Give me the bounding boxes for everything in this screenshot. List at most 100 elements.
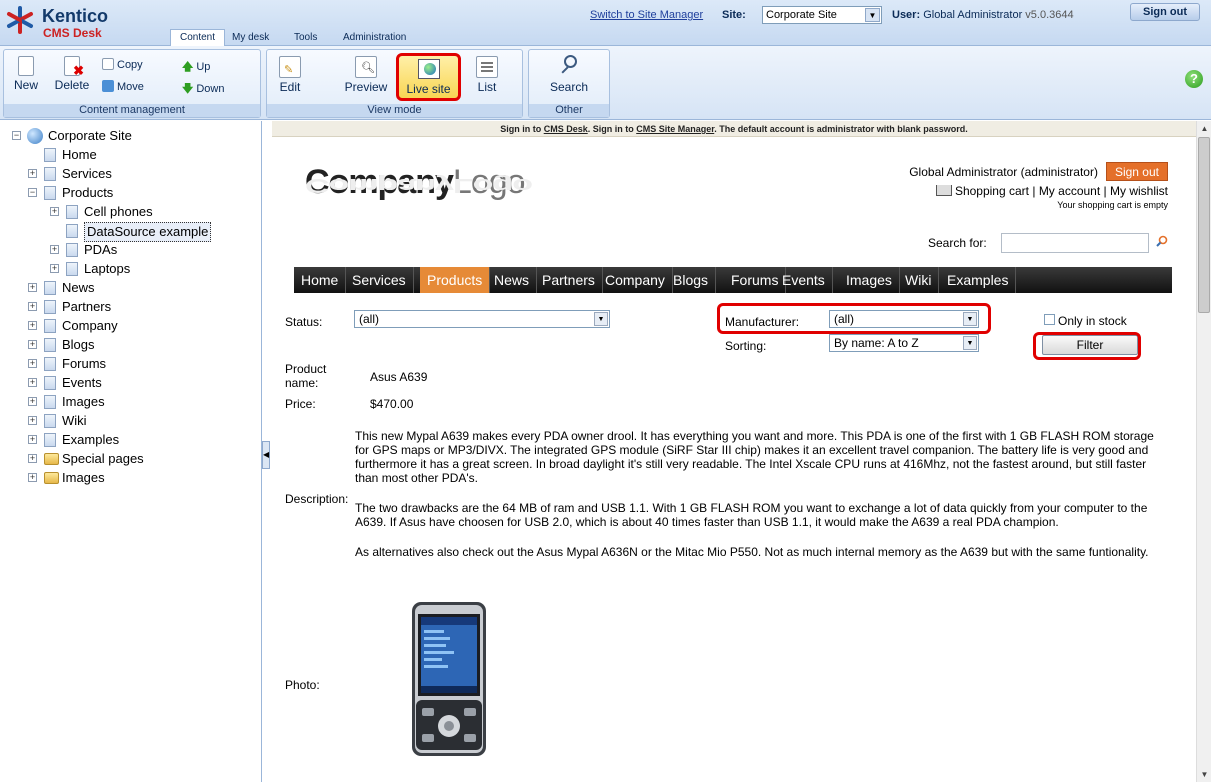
expand-icon[interactable]: + bbox=[28, 473, 37, 482]
scrollbar-thumb[interactable] bbox=[1198, 137, 1210, 313]
search-button[interactable]: Search bbox=[541, 54, 597, 94]
expand-icon[interactable]: + bbox=[28, 378, 37, 387]
menu-item-products[interactable]: Products bbox=[420, 267, 491, 293]
menu-item-home[interactable]: Home bbox=[294, 267, 347, 293]
copy-button-label: Copy bbox=[117, 59, 143, 71]
expand-icon[interactable]: + bbox=[28, 321, 37, 330]
other-group: Search Other bbox=[528, 49, 610, 118]
delete-button[interactable]: ✖ Delete bbox=[48, 56, 96, 92]
tab-my-desk[interactable]: My desk bbox=[232, 30, 269, 46]
expand-icon[interactable]: + bbox=[28, 340, 37, 349]
site-select[interactable]: Corporate Site ▼ bbox=[762, 6, 882, 24]
menu-item-images[interactable]: Images bbox=[839, 267, 900, 293]
expand-icon[interactable]: + bbox=[50, 264, 59, 273]
collapse-icon[interactable]: − bbox=[28, 188, 37, 197]
edit-button[interactable]: ✎ Edit bbox=[273, 56, 307, 94]
tree-node-label: Wiki bbox=[62, 413, 87, 428]
search-label: Search for: bbox=[928, 236, 987, 250]
live-site-button[interactable]: Live site bbox=[396, 53, 461, 101]
tab-tools[interactable]: Tools bbox=[294, 30, 317, 46]
status-select[interactable]: (all) ▼ bbox=[354, 310, 610, 328]
shopping-cart-link[interactable]: Shopping cart bbox=[955, 184, 1029, 198]
page-icon bbox=[44, 414, 56, 428]
product-name-value: Asus A639 bbox=[370, 370, 428, 384]
up-button[interactable]: 🡅 Up bbox=[182, 58, 210, 77]
sign-out-button[interactable]: Sign out bbox=[1130, 3, 1200, 21]
globe-icon bbox=[27, 128, 43, 144]
expand-icon[interactable]: + bbox=[50, 207, 59, 216]
expand-icon[interactable]: + bbox=[28, 283, 37, 292]
new-button-label: New bbox=[13, 78, 38, 92]
cms-header: Kentico CMS Desk Content My desk Tools A… bbox=[0, 0, 1211, 47]
ribbon-toolbar: New ✖ Delete Copy Move 🡅 Up 🡇 Down Content… bbox=[0, 46, 1211, 120]
filter-highlight bbox=[1033, 332, 1141, 360]
only-in-stock-checkbox[interactable] bbox=[1044, 314, 1055, 325]
tab-administration[interactable]: Administration bbox=[343, 30, 406, 46]
info-text: Sign in to bbox=[500, 124, 544, 134]
tree-node-label: Events bbox=[62, 375, 102, 390]
search-icon bbox=[558, 54, 580, 78]
sorting-select[interactable]: By name: A to Z ▼ bbox=[829, 334, 979, 352]
copy-button[interactable]: Copy bbox=[102, 58, 143, 71]
preview-button[interactable]: 🔍︎ Preview bbox=[341, 56, 391, 94]
down-button-label: Down bbox=[196, 83, 225, 95]
separator: | bbox=[1103, 184, 1107, 198]
scroll-down-icon[interactable]: ▼ bbox=[1197, 767, 1211, 782]
cms-desk-link[interactable]: CMS Desk bbox=[544, 124, 588, 134]
logo-text-cms-desk: CMS Desk bbox=[43, 26, 102, 40]
sorting-label: Sorting: bbox=[725, 339, 767, 353]
panel-splitter-handle[interactable]: ◀ bbox=[262, 441, 270, 469]
expand-icon[interactable]: + bbox=[28, 359, 37, 368]
down-button[interactable]: 🡇 Down bbox=[182, 80, 224, 99]
site-manager-link[interactable]: CMS Site Manager bbox=[636, 124, 714, 134]
move-button[interactable]: Move bbox=[102, 80, 144, 93]
preview-icon: 🔍︎ bbox=[355, 56, 377, 78]
site-sign-out-button[interactable]: Sign out bbox=[1105, 162, 1168, 181]
expand-icon[interactable]: + bbox=[28, 169, 37, 178]
info-text: . The default account is administrator w… bbox=[714, 124, 968, 134]
user-info: User: Global Administrator v5.0.3644 bbox=[892, 9, 1074, 21]
content-management-caption: Content management bbox=[4, 104, 260, 117]
expand-icon[interactable]: + bbox=[28, 454, 37, 463]
tab-content[interactable]: Content bbox=[170, 29, 226, 47]
collapse-icon: − bbox=[12, 130, 21, 140]
scroll-up-icon[interactable]: ▲ bbox=[1197, 121, 1211, 136]
menu-item-wiki[interactable]: Wiki bbox=[898, 267, 940, 293]
page-icon bbox=[44, 338, 56, 352]
help-icon[interactable]: ? bbox=[1185, 70, 1203, 88]
menu-item-events[interactable]: Events bbox=[775, 267, 833, 293]
switch-to-site-manager-link[interactable]: Switch to Site Manager bbox=[590, 9, 703, 21]
menu-item-partners[interactable]: Partners bbox=[535, 267, 603, 293]
cart-status: Your shopping cart is empty bbox=[1057, 200, 1168, 210]
menu-item-company[interactable]: Company bbox=[598, 267, 673, 293]
menu-item-services[interactable]: Services bbox=[345, 267, 414, 293]
my-account-link[interactable]: My account bbox=[1039, 184, 1100, 198]
tree-node-label: Images bbox=[62, 394, 105, 409]
expand-icon[interactable]: + bbox=[50, 245, 59, 254]
tree-node-label: Home bbox=[62, 147, 97, 162]
expand-icon[interactable]: + bbox=[28, 435, 37, 444]
expand-icon[interactable]: + bbox=[28, 302, 37, 311]
vertical-scrollbar[interactable]: ▲ ▼ bbox=[1196, 121, 1211, 782]
page-icon bbox=[44, 376, 56, 390]
separator: | bbox=[1032, 184, 1036, 198]
status-select-value: (all) bbox=[359, 312, 379, 326]
new-button[interactable]: New bbox=[6, 56, 46, 92]
delete-page-icon: ✖ bbox=[64, 56, 84, 78]
view-mode-caption: View mode bbox=[267, 104, 522, 117]
menu-item-examples[interactable]: Examples bbox=[940, 267, 1017, 293]
menu-item-blogs[interactable]: Blogs bbox=[666, 267, 717, 293]
logo-text-kentico: Kentico bbox=[42, 6, 109, 26]
my-wishlist-link[interactable]: My wishlist bbox=[1110, 184, 1168, 198]
expand-icon[interactable]: + bbox=[28, 416, 37, 425]
status-label: Status: bbox=[285, 315, 323, 329]
expand-icon[interactable]: + bbox=[28, 397, 37, 406]
preview-button-label: Preview bbox=[344, 80, 388, 94]
page-icon bbox=[66, 262, 78, 276]
menu-item-news[interactable]: News bbox=[487, 267, 538, 293]
page-icon bbox=[44, 281, 56, 295]
site-search-input[interactable] bbox=[1001, 233, 1149, 253]
list-button[interactable]: List bbox=[469, 56, 505, 94]
search-icon[interactable] bbox=[1156, 235, 1168, 247]
site-label: Site: bbox=[722, 9, 746, 21]
